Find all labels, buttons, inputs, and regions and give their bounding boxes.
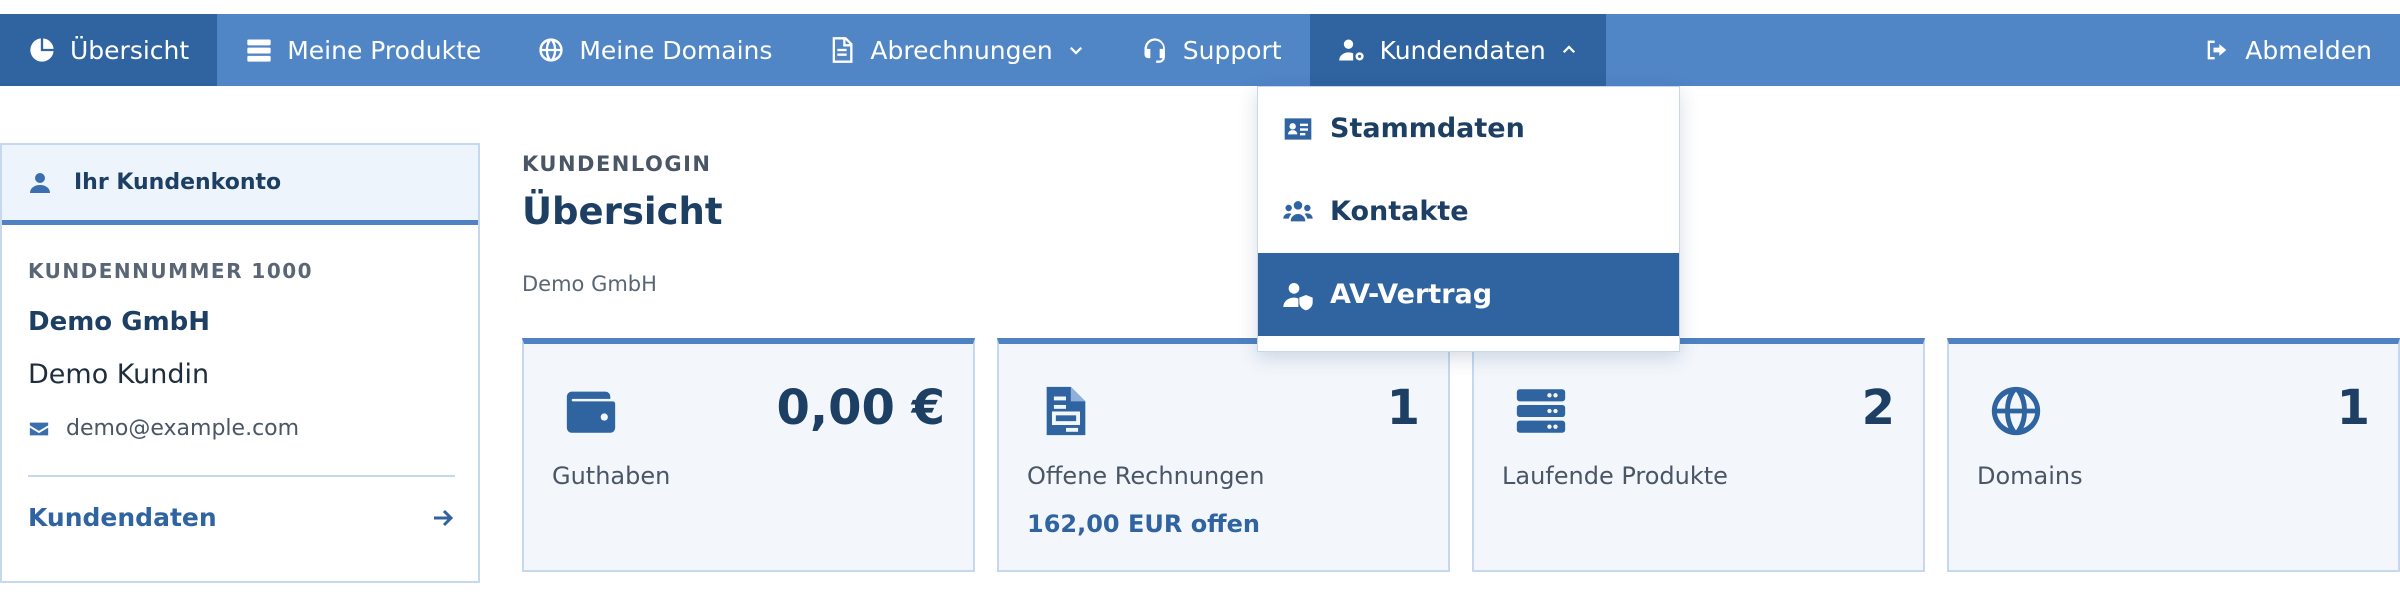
users-icon (1283, 200, 1313, 221)
customer-number: KUNDENNUMMER 1000 (28, 259, 314, 283)
nav-domains-label: Meine Domains (579, 35, 773, 65)
headset-icon (1144, 38, 1165, 63)
nav-billing-label: Abrechnungen (870, 35, 1053, 65)
card-label: Laufende Produkte (1502, 462, 1728, 490)
card-label: Domains (1977, 462, 2083, 490)
document-icon (833, 37, 853, 63)
globe-icon (539, 38, 563, 62)
pie-chart-icon (30, 38, 54, 62)
arrow-right-icon (434, 509, 454, 526)
nav-support[interactable]: Support (1113, 14, 1310, 86)
card-domains[interactable]: 1 Domains (1947, 338, 2400, 572)
sidebar-title: Ihr Kundenkonto (74, 170, 282, 195)
chevron-up-icon (1562, 45, 1575, 54)
card-value: 1 (2336, 380, 2370, 436)
customer-data-link[interactable]: Kundendaten (28, 503, 455, 532)
sidebar-body: KUNDENNUMMER 1000 Demo GmbH Demo Kundin … (2, 225, 478, 532)
customer-person: Demo Kundin (28, 359, 210, 390)
nav-products-label: Meine Produkte (287, 35, 482, 65)
customer-company: Demo GmbH (28, 307, 211, 337)
customer-account-sidebar: Ihr Kundenkonto KUNDENNUMMER 1000 Demo G… (0, 143, 480, 583)
sidebar-divider (28, 475, 455, 477)
card-running-products[interactable]: 2 Laufende Produkte (1472, 338, 1925, 572)
wallet-icon (566, 391, 616, 433)
open-amount-link[interactable]: 162,00 EUR offen (1027, 510, 1260, 538)
dropdown-item-av-contract[interactable]: AV-Vertrag (1258, 253, 1679, 336)
logout-icon (2207, 40, 2227, 60)
server-icon (1516, 389, 1566, 433)
page-eyebrow: KUNDENLOGIN (522, 152, 712, 176)
user-shield-icon (1283, 282, 1313, 310)
chevron-down-icon (1069, 46, 1082, 55)
nav-logout-label: Abmelden (2245, 35, 2372, 65)
dropdown-item-label: Stammdaten (1330, 113, 1525, 144)
card-credit[interactable]: 0,00 € Guthaben (522, 338, 975, 572)
user-gear-icon (1338, 39, 1364, 61)
nav-overview[interactable]: Übersicht (0, 14, 218, 86)
card-label: Offene Rechnungen (1027, 462, 1265, 490)
dropdown-item-label: Kontakte (1330, 196, 1469, 227)
nav-products[interactable]: Meine Produkte (217, 14, 509, 86)
sidebar-header: Ihr Kundenkonto (2, 145, 478, 225)
nav-overview-label: Übersicht (70, 35, 190, 65)
page-title: Übersicht (522, 190, 723, 233)
customer-data-link-label: Kundendaten (28, 503, 217, 532)
customer-data-dropdown: Stammdaten Kontakte AV-Vertrag (1257, 86, 1680, 352)
envelope-icon (29, 422, 49, 435)
id-card-icon (1284, 117, 1312, 140)
dropdown-item-label: AV-Vertrag (1330, 279, 1493, 310)
dropdown-item-master-data[interactable]: Stammdaten (1258, 87, 1679, 170)
server-icon (247, 39, 271, 62)
nav-billing[interactable]: Abrechnungen (800, 14, 1112, 86)
card-value: 2 (1861, 380, 1895, 436)
nav-customer-data[interactable]: Kundendaten (1309, 14, 1606, 86)
nav-domains[interactable]: Meine Domains (509, 14, 800, 86)
nav-logout[interactable]: Abmelden (2175, 14, 2400, 86)
customer-email: demo@example.com (28, 416, 452, 441)
nav-support-label: Support (1182, 35, 1282, 65)
page-subtitle: Demo GmbH (522, 272, 657, 296)
customer-email-text: demo@example.com (66, 416, 300, 441)
dropdown-item-contacts[interactable]: Kontakte (1258, 170, 1679, 253)
card-label: Guthaben (552, 462, 671, 490)
nav-customer-data-label: Kundendaten (1379, 35, 1546, 65)
user-icon (30, 172, 50, 193)
globe-icon (1991, 386, 2041, 436)
card-value: 0,00 € (776, 380, 945, 436)
card-open-invoices[interactable]: 1 Offene Rechnungen 162,00 EUR offen (997, 338, 1450, 572)
top-navigation: Übersicht Meine Produkte Meine Domains A… (0, 14, 2400, 86)
card-value: 1 (1386, 380, 1420, 436)
invoice-icon (1046, 386, 1086, 436)
